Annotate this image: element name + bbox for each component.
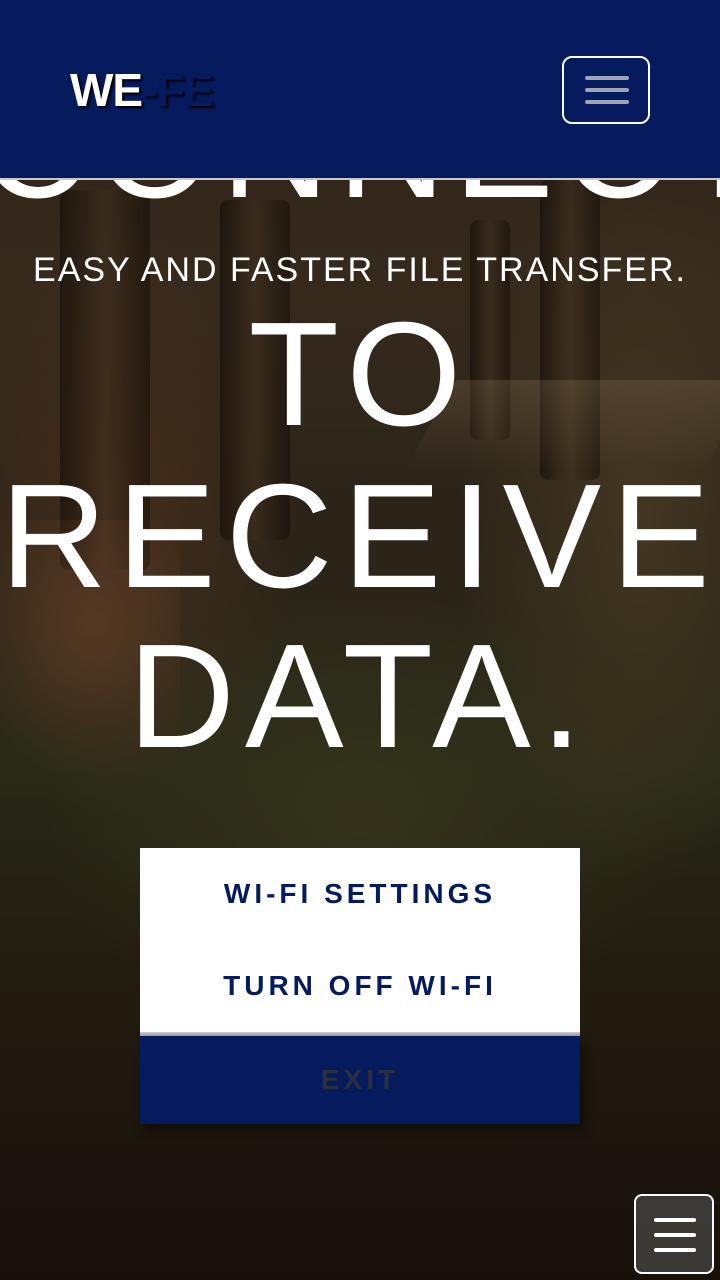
turn-off-wifi-button[interactable]: TURN OFF WI-FI — [140, 940, 580, 1032]
wifi-settings-button[interactable]: WI-FI SETTINGS — [140, 848, 580, 940]
hero-heading-line-2: RECEIVE — [0, 454, 720, 619]
brand-primary: WE — [70, 64, 143, 116]
hero-tagline: EASY AND FASTER FILE TRANSFER. — [33, 251, 687, 289]
floating-menu-button[interactable] — [634, 1194, 714, 1274]
action-menu: WI-FI SETTINGS TURN OFF WI-FI EXIT — [140, 848, 580, 1124]
top-navbar: WE-FE — [0, 0, 720, 180]
brand-secondary: FE — [156, 64, 214, 116]
action-menu-options: WI-FI SETTINGS TURN OFF WI-FI — [140, 848, 580, 1032]
hero-heading-line-3: DATA. — [128, 614, 592, 779]
hero-heading-line-1: TO — [248, 292, 472, 457]
brand-separator: - — [142, 64, 157, 116]
brand-logo[interactable]: WE-FE — [70, 64, 214, 116]
nav-toggle-button[interactable] — [562, 56, 650, 124]
exit-button[interactable]: EXIT — [140, 1036, 580, 1124]
